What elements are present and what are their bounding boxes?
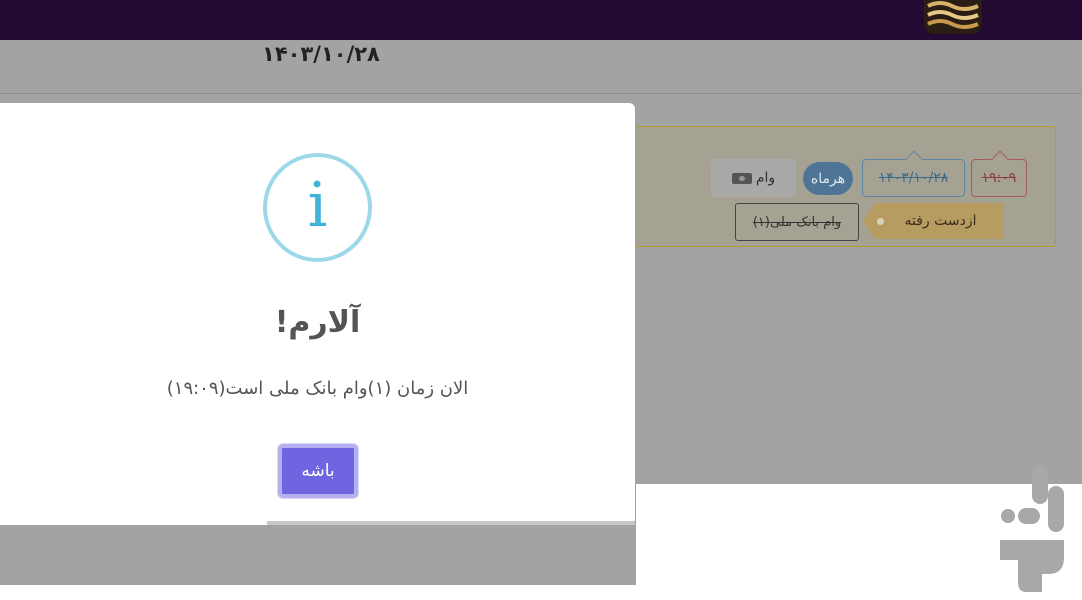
pullover-logo-icon xyxy=(996,466,1078,592)
ok-button[interactable]: باشه xyxy=(278,444,358,498)
top-app-bar xyxy=(0,0,1082,40)
chip-notch xyxy=(905,150,923,168)
dialog-message: الان زمان (۱)وام بانک ملی است(۱۹:۰۹) xyxy=(166,378,469,399)
tag-hole xyxy=(877,218,884,225)
alarm-dialog: i آلارم! الان زمان (۱)وام بانک ملی است(۱… xyxy=(0,103,635,525)
chip-notch xyxy=(991,150,1009,168)
reminder-date: ۱۴۰۳/۱۰/۲۸ xyxy=(878,170,949,186)
reminder-card[interactable]: ۱۹:۰۹ ۱۴۰۳/۱۰/۲۸ هرماه وام ازدست رفته (۱… xyxy=(600,126,1056,247)
reminder-time-chip: ۱۹:۰۹ xyxy=(971,150,1027,197)
brand-logo-icon xyxy=(924,0,982,34)
reminder-name-chip: (۱)وام بانک ملی xyxy=(735,203,859,241)
info-icon: i xyxy=(263,153,372,262)
header-date: ۱۴۰۳/۱۰/۲۸ xyxy=(262,42,380,66)
header-divider xyxy=(0,93,1082,94)
dialog-title: آلارم! xyxy=(274,305,361,340)
repeat-badge: هرماه xyxy=(803,162,853,195)
dialog-shadow xyxy=(267,521,635,525)
reminder-time: ۱۹:۰۹ xyxy=(981,170,1017,186)
category-chip: وام xyxy=(711,159,796,197)
info-glyph: i xyxy=(307,167,328,241)
status-tag: ازدست رفته xyxy=(863,203,1004,239)
cash-icon xyxy=(731,172,752,184)
status-label: ازدست رفته xyxy=(904,213,977,229)
category-label: وام xyxy=(755,170,776,186)
reminder-date-chip: ۱۴۰۳/۱۰/۲۸ xyxy=(862,150,965,197)
